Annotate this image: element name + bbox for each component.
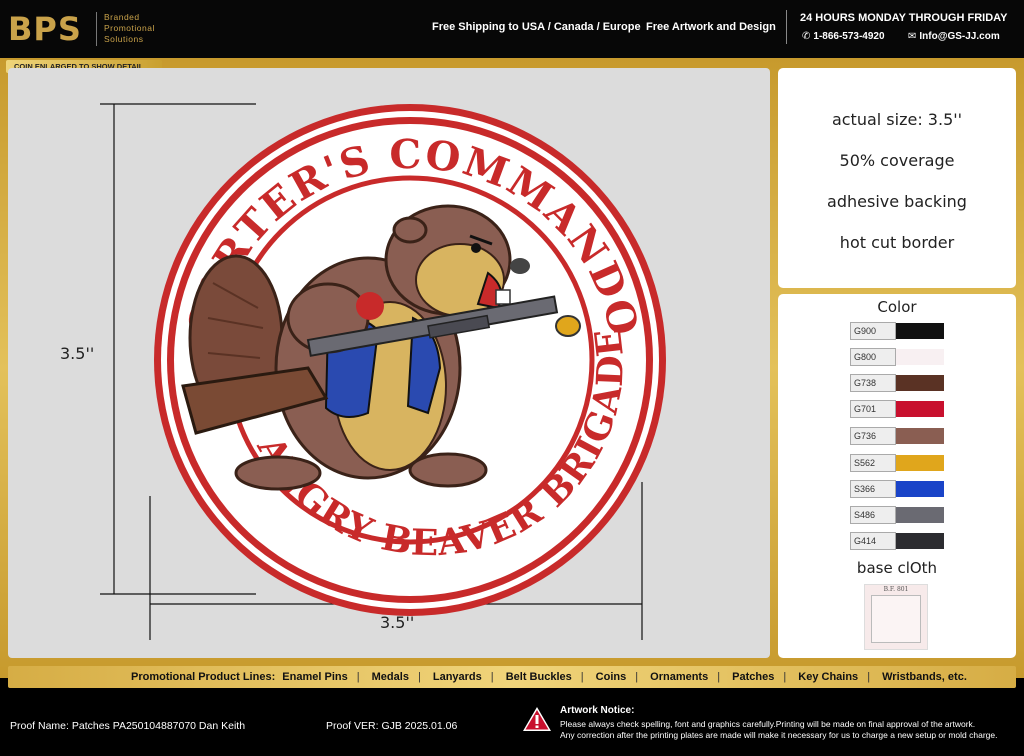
swatch-row: G414 — [850, 532, 944, 550]
swatch-color — [896, 481, 944, 497]
specs-panel: actual size: 3.5'' 50% coverage adhesive… — [778, 68, 1016, 288]
swatch-color — [896, 533, 944, 549]
free-artwork-text: Free Artwork and Design — [646, 21, 776, 33]
swatch-code: G900 — [850, 322, 896, 340]
logo-divider — [96, 12, 97, 46]
swatch-code: S366 — [850, 480, 896, 498]
swatch-color — [896, 455, 944, 471]
width-label: 3.5'' — [380, 613, 415, 632]
spec-backing: adhesive backing — [827, 192, 967, 211]
color-title: Color — [877, 298, 917, 316]
logo-line: Promotional — [104, 23, 155, 33]
swatch-code: G738 — [850, 374, 896, 392]
email-address: Info@GS-JJ.com — [919, 31, 1000, 42]
artwork-notice-title: Artwork Notice: — [560, 705, 635, 716]
swatch-row: G900 — [850, 322, 944, 340]
phone-icon: ✆ — [802, 31, 811, 42]
swatch-row: S366 — [850, 480, 944, 498]
base-cloth-title: base clOth — [856, 559, 938, 577]
artwork-notice-line: Any correction after the printing plates… — [560, 730, 998, 740]
swatch-color — [896, 349, 944, 365]
swatch-code: G701 — [850, 400, 896, 418]
product-lines-label: Promotional Product Lines: — [131, 671, 276, 683]
swatch-row: S486 — [850, 506, 944, 524]
spec-size: actual size: 3.5'' — [831, 110, 963, 129]
swatch-code: S562 — [850, 454, 896, 472]
base-cloth-code: B.F. 801 — [883, 586, 909, 593]
artwork-notice-line: Please always check spelling, font and g… — [560, 719, 976, 729]
swatch-color — [896, 428, 944, 444]
swatch-code: S486 — [850, 506, 896, 524]
email-contact[interactable]: ✉ Info@GS-JJ.com — [908, 31, 1000, 42]
product-lines-bar: Promotional Product Lines: Enamel Pins | … — [8, 666, 1016, 688]
product-link-lanyards[interactable]: Lanyards — [433, 671, 482, 683]
swatch-color — [896, 375, 944, 391]
product-link-coins[interactable]: Coins — [596, 671, 627, 683]
swatch-row: G701 — [850, 400, 944, 418]
base-cloth-sample: B.F. 801 — [864, 584, 928, 650]
company-logo[interactable]: BPS Branded Promotional Solutions — [8, 8, 198, 50]
product-link-key-chains[interactable]: Key Chains — [798, 671, 858, 683]
height-label: 3.5'' — [60, 344, 95, 363]
product-link-enamel-pins[interactable]: Enamel Pins — [282, 671, 347, 683]
patch-artwork: CARTER'S COMMANDO ANGRY BEAVER BRIGADE — [100, 103, 666, 640]
swatch-color — [896, 507, 944, 523]
base-cloth-swatch — [871, 595, 921, 643]
spec-coverage: 50% coverage — [839, 151, 955, 170]
warning-icon — [523, 707, 551, 731]
swatch-code: G414 — [850, 532, 896, 550]
phone-contact[interactable]: ✆ 1-866-573-4920 — [802, 31, 885, 42]
logo-line: Branded — [104, 12, 140, 22]
mail-icon: ✉ — [908, 31, 917, 42]
proof-version: Proof VER: GJB 2025.01.06 — [326, 720, 458, 732]
swatch-code: G800 — [850, 348, 896, 366]
swatch-row: G800 — [850, 348, 944, 366]
artwork-panel: CARTER'S COMMANDO ANGRY BEAVER BRIGADE — [8, 68, 770, 658]
header-divider — [786, 10, 787, 44]
header: BPS Branded Promotional Solutions Free S… — [0, 0, 1024, 58]
logo-mark: BPS — [8, 10, 82, 48]
product-lines-list: Promotional Product Lines: Enamel Pins | … — [131, 671, 967, 683]
product-link-patches[interactable]: Patches — [732, 671, 774, 683]
business-hours: 24 HOURS MONDAY THROUGH FRIDAY — [800, 12, 1008, 24]
proof-page: BPS Branded Promotional Solutions Free S… — [0, 0, 1024, 756]
spec-border: hot cut border — [839, 233, 955, 252]
product-link-belt-buckles[interactable]: Belt Buckles — [506, 671, 572, 683]
swatch-code: G736 — [850, 427, 896, 445]
swatch-color — [896, 401, 944, 417]
swatch-row: G738 — [850, 374, 944, 392]
product-link-ornaments[interactable]: Ornaments — [650, 671, 708, 683]
logo-text: Branded Promotional Solutions — [104, 12, 155, 45]
product-link-medals[interactable]: Medals — [372, 671, 409, 683]
free-shipping-text: Free Shipping to USA / Canada / Europe — [432, 21, 641, 33]
swatch-row: G736 — [850, 427, 944, 445]
footer: Proof Name: Patches PA250104887070 Dan K… — [0, 690, 1024, 756]
phone-number: 1-866-573-4920 — [813, 31, 885, 42]
color-panel: Color G900 G800 G738 G701 G736 S562 S366… — [778, 294, 1016, 658]
patch: CARTER'S COMMANDO ANGRY BEAVER BRIGADE — [154, 104, 666, 616]
swatch-color — [896, 323, 944, 339]
proof-name: Proof Name: Patches PA250104887070 Dan K… — [10, 720, 246, 732]
product-link-wristbands[interactable]: Wristbands, etc. — [882, 671, 967, 683]
swatch-row: S562 — [850, 454, 944, 472]
logo-line: Solutions — [104, 34, 144, 44]
